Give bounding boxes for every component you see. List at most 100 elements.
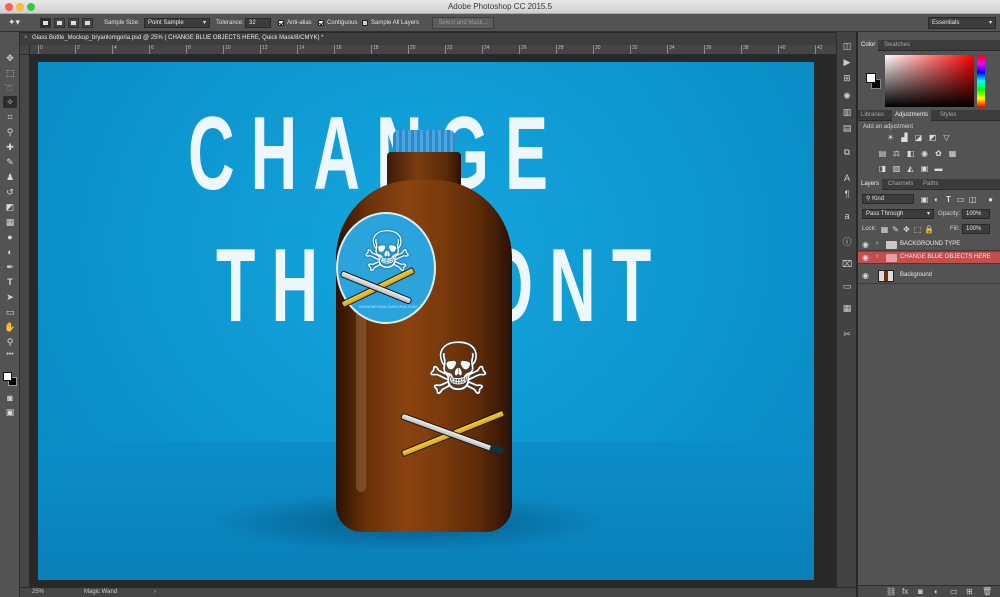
new-adjustment-icon[interactable]: ◐ (934, 587, 939, 597)
blur-icon[interactable]: ● (3, 231, 17, 243)
lock-pixels-icon[interactable]: ✎ (891, 225, 900, 234)
tab-swatches[interactable]: Swatches (884, 42, 910, 48)
color-balance-icon[interactable]: ⚖ (892, 149, 901, 158)
new-group-icon[interactable]: ▭ (950, 587, 958, 597)
workspace-switcher[interactable]: Essentials ▾ (928, 17, 996, 29)
character-icon[interactable]: A (841, 172, 853, 184)
tab-channels[interactable]: Channels (888, 181, 913, 187)
levels-icon[interactable]: ▟ (900, 133, 909, 142)
magic-wand-preset-icon[interactable]: ✦▾ (8, 17, 20, 27)
intersect-selection-icon[interactable] (82, 18, 93, 28)
swatches-grid-icon[interactable]: ▦ (841, 302, 853, 314)
selective-color-icon[interactable]: ▣ (920, 164, 929, 173)
tab-layers[interactable]: Layers (858, 179, 883, 190)
zoom-icon[interactable]: ⚲ (3, 336, 17, 348)
document-tab[interactable]: × Glass Bottle_Mockup_bryanlomgoria.psd … (20, 33, 856, 45)
screen-mode-icon[interactable]: ▣ (3, 406, 17, 418)
tab-libraries[interactable]: Libraries (861, 112, 884, 118)
horizontal-ruler[interactable]: 0 2 4 6 8 10 12 14 16 18 20 22 24 26 28 30 32 34 36 38 40 42 (30, 45, 856, 55)
type-icon[interactable]: T (3, 276, 17, 288)
crop-icon[interactable]: ⌗ (3, 111, 17, 123)
tab-color[interactable]: Color (858, 40, 879, 51)
exposure-icon[interactable]: ◩ (928, 133, 937, 142)
clone-source-icon[interactable]: ⧉ (841, 146, 853, 158)
black-white-icon[interactable]: ◧ (906, 149, 915, 158)
marquee-icon[interactable]: ⬚ (3, 67, 17, 79)
hue-slider[interactable] (977, 55, 985, 107)
fx-icon[interactable]: fx (902, 587, 908, 597)
tool-presets-icon[interactable]: ▤ (841, 122, 853, 134)
status-menu-arrow[interactable]: › (154, 589, 156, 595)
shape-icon[interactable]: ▭ (3, 306, 17, 318)
contiguous-checkbox[interactable] (318, 20, 324, 26)
tab-paths[interactable]: Paths (923, 181, 938, 187)
info-icon[interactable]: ⓘ (841, 236, 853, 248)
foreground-color-swatch[interactable] (3, 372, 12, 381)
navigator-icon[interactable]: ⌧ (841, 258, 853, 270)
vibrance-icon[interactable]: ▽ (942, 133, 951, 142)
eyedropper-icon[interactable]: ⚲ (3, 126, 17, 138)
add-selection-icon[interactable] (54, 18, 65, 28)
brush-icon[interactable]: ✎ (3, 156, 17, 168)
channel-mixer-icon[interactable]: ✿ (934, 149, 943, 158)
history-brush-icon[interactable]: ↺ (3, 186, 17, 198)
fill-input[interactable]: 100% (962, 224, 990, 234)
visibility-eye-icon[interactable]: ◉ (862, 271, 869, 281)
dodge-icon[interactable]: ◐ (3, 246, 17, 258)
comments-icon[interactable]: ▭ (841, 280, 853, 292)
tab-styles[interactable]: Styles (940, 112, 956, 118)
close-icon[interactable]: × (24, 35, 28, 41)
pen-icon[interactable]: ✒ (3, 261, 17, 273)
hand-icon[interactable]: ✋ (3, 321, 17, 333)
new-layer-icon[interactable]: ⊞ (966, 587, 973, 597)
magic-wand-icon[interactable]: ✧ (3, 96, 17, 108)
new-selection-icon[interactable] (40, 18, 51, 28)
chevron-right-icon[interactable]: › (876, 240, 878, 247)
filter-type-icon[interactable]: T (944, 195, 953, 204)
photo-filter-icon[interactable]: ◉ (920, 149, 929, 158)
sample-size-select[interactable]: Point Sample ▾ (144, 18, 210, 28)
healing-icon[interactable]: ✚ (3, 141, 17, 153)
layer-filter-kind[interactable]: ⚲ Kind (862, 194, 914, 204)
lock-all-icon[interactable]: 🔒 (924, 225, 934, 234)
stamp-icon[interactable]: ♟ (3, 171, 17, 183)
filter-adjustment-icon[interactable]: ◐ (932, 195, 941, 204)
lock-position-icon[interactable]: ✥ (902, 225, 911, 234)
sample-all-layers-checkbox[interactable] (362, 20, 368, 26)
quick-mask-icon[interactable]: ◙ (3, 392, 17, 404)
filter-pixel-icon[interactable]: ▣ (920, 195, 929, 204)
status-tool-name[interactable]: Magic Wand (84, 589, 117, 595)
color-field[interactable] (885, 55, 974, 107)
properties-icon[interactable]: ⊞ (841, 72, 853, 84)
filter-smart-icon[interactable]: ◫ (968, 195, 977, 204)
link-icon[interactable]: ⛓ (886, 587, 896, 597)
threshold-icon[interactable]: ◭ (906, 164, 915, 173)
lasso-icon[interactable]: ➰ (3, 82, 17, 94)
brush-presets-icon[interactable]: ▥ (841, 106, 853, 118)
curves-icon[interactable]: ◪ (914, 133, 923, 142)
gradient-map-icon[interactable]: ▬ (934, 164, 943, 173)
chevron-right-icon[interactable]: › (876, 253, 878, 260)
document-canvas[interactable]: CHANGE THE FONT ☠ WWW.BRYANLOMGORIA.COM … (38, 62, 814, 580)
blend-mode-select[interactable]: Pass Through ▾ (862, 209, 934, 219)
ruler-origin[interactable] (20, 45, 30, 55)
filter-toggle-icon[interactable]: ● (986, 195, 995, 204)
posterize-icon[interactable]: ▨ (892, 164, 901, 173)
brightness-icon[interactable]: ☀ (886, 133, 895, 142)
tools-cross-icon[interactable]: ✂ (841, 328, 853, 340)
tolerance-input[interactable]: 32 (245, 18, 271, 28)
move-icon[interactable]: ✥ (3, 52, 17, 64)
more-tools-icon[interactable]: ••• (3, 349, 17, 361)
layer-row[interactable]: ◉ › BACKGROUND TYPE (858, 239, 1000, 251)
gradient-icon[interactable]: ▦ (3, 216, 17, 228)
visibility-eye-icon[interactable]: ◉ (862, 240, 869, 250)
anti-alias-checkbox[interactable] (278, 20, 284, 26)
brush-settings-icon[interactable]: ✺ (841, 90, 853, 102)
tab-adjustments[interactable]: Adjustments (892, 110, 932, 121)
history-icon[interactable]: ◫ (841, 40, 853, 52)
color-lookup-icon[interactable]: ▦ (948, 149, 957, 158)
filter-shape-icon[interactable]: ▭ (956, 195, 965, 204)
paragraph-icon[interactable]: ¶ (841, 188, 853, 200)
trash-icon[interactable]: 🗑 (982, 587, 992, 597)
layer-row-selected[interactable]: ◉ › CHANGE BLUE OBJECTS HERE (858, 252, 1000, 264)
